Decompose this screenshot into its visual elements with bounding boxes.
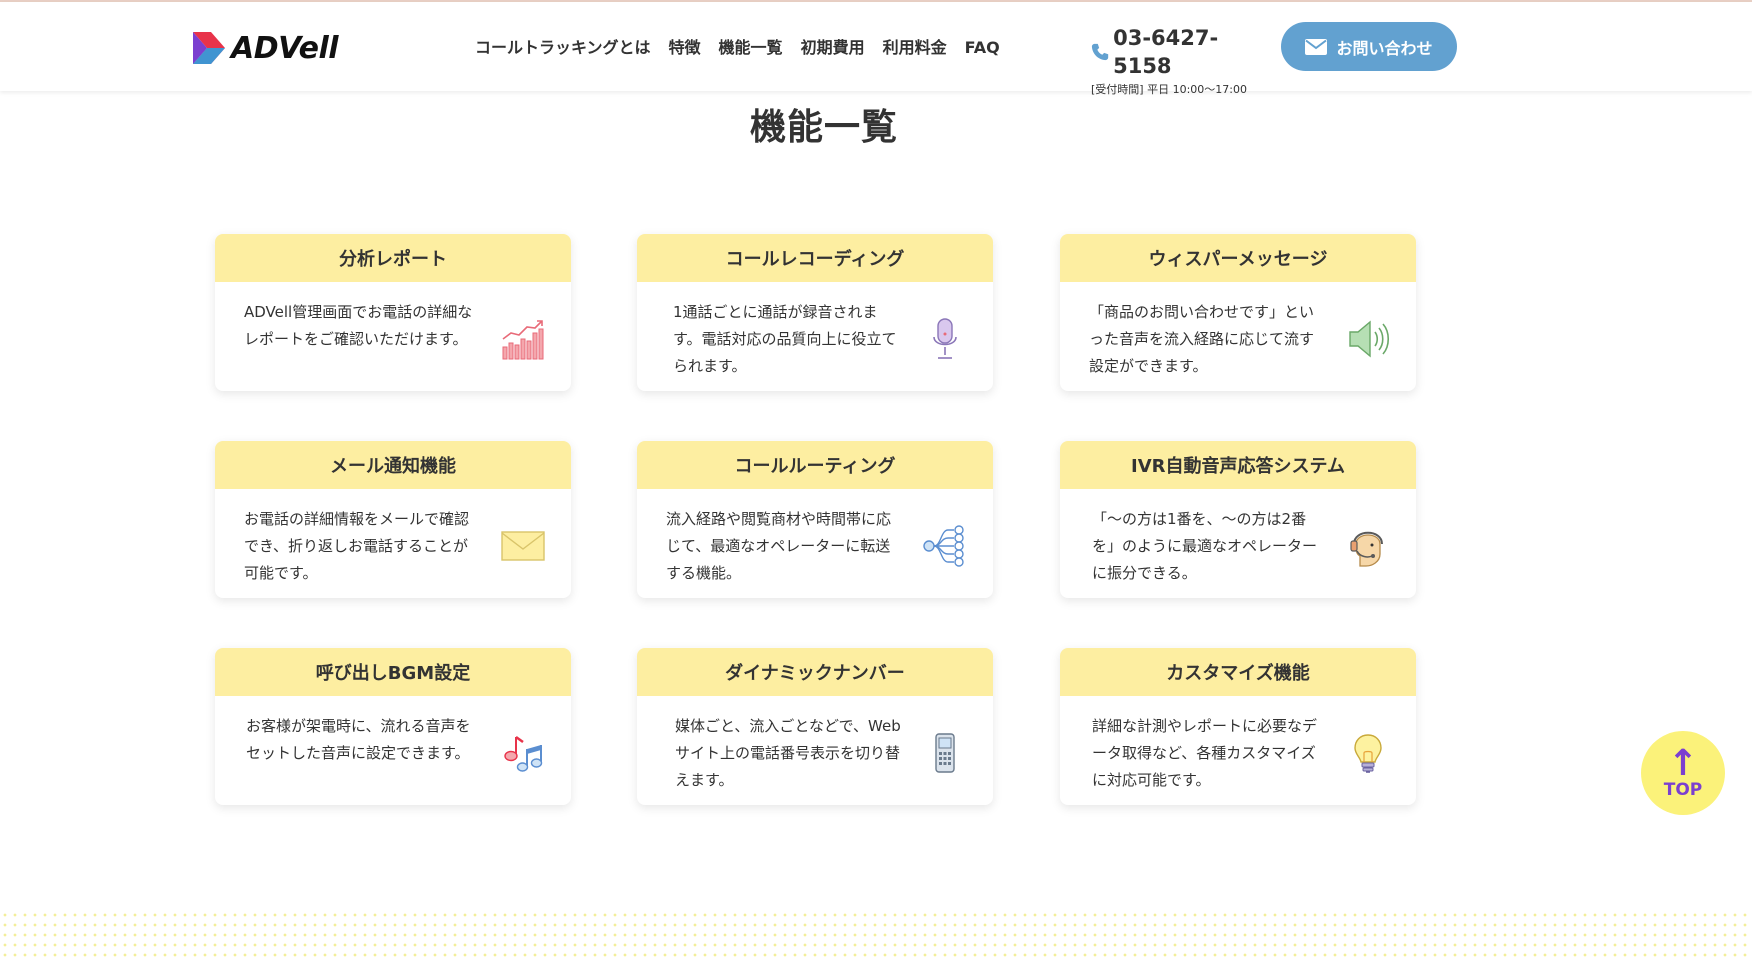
feature-card-title: コールレコーディング xyxy=(637,234,993,282)
brand-logo[interactable]: ADVell xyxy=(191,28,339,68)
feature-card-text: 「〜の方は1番を、〜の方は2番を」のように最適なオペレーターに振分できる。 xyxy=(1092,510,1318,582)
speaker-icon xyxy=(1346,317,1390,361)
up-arrow-icon: ↑ xyxy=(1667,743,1699,784)
envelope-icon xyxy=(501,524,545,568)
feature-card-mail-notification: メール通知機能 お電話の詳細情報をメールで確認でき、折り返しお電話することが可能… xyxy=(215,441,571,598)
feature-card-title: 呼び出しBGM設定 xyxy=(215,648,571,696)
music-note-icon xyxy=(501,731,545,775)
feature-card-text: ADVell管理画面でお電話の詳細なレポートをご確認いただけます。 xyxy=(244,303,473,348)
feature-card-title: メール通知機能 xyxy=(215,441,571,489)
chart-icon xyxy=(501,317,545,361)
phone-contact: 03-6427-5158 [受付時間] 平日 10:00〜17:00 xyxy=(1091,24,1261,98)
mobile-phone-icon xyxy=(923,731,967,775)
feature-card-text: お電話の詳細情報をメールで確認でき、折り返しお電話することが可能です。 xyxy=(244,510,470,582)
lightbulb-icon xyxy=(1346,731,1390,775)
feature-card-analytics-report: 分析レポート ADVell管理画面でお電話の詳細なレポートをご確認いただけます。 xyxy=(215,234,571,391)
feature-card-text: 詳細な計測やレポートに必要なデータ取得など、各種カスタマイズに対応可能です。 xyxy=(1092,717,1318,789)
nav-item-faq[interactable]: FAQ xyxy=(965,34,1000,62)
dotted-footer-pattern xyxy=(0,910,1752,963)
nav-item-pricing[interactable]: 利用料金 xyxy=(883,34,947,62)
nav-item-function-list[interactable]: 機能一覧 xyxy=(719,34,783,62)
feature-card-call-recording: コールレコーディング 1通話ごとに通話が録音されます。電話対応の品質向上に役立て… xyxy=(637,234,993,391)
logo-mark-icon xyxy=(193,32,225,64)
contact-button[interactable]: お問い合わせ xyxy=(1281,22,1457,71)
main-nav: コールトラッキングとは 特徴 機能一覧 初期費用 利用料金 FAQ xyxy=(475,34,1018,62)
nav-item-initial-cost[interactable]: 初期費用 xyxy=(801,34,865,62)
nav-item-call-tracking[interactable]: コールトラッキングとは xyxy=(475,34,651,62)
contact-button-label: お問い合わせ xyxy=(1336,40,1433,58)
feature-card-title: IVR自動音声応答システム xyxy=(1060,441,1416,489)
feature-card-text: 流入経路や閲覧商材や時間帯に応じて、最適なオペレーターに転送する機能。 xyxy=(666,510,892,582)
section-title: 機能一覧 xyxy=(749,107,898,148)
feature-card-title: コールルーティング xyxy=(637,441,993,489)
operator-headset-icon xyxy=(1346,524,1390,568)
feature-card-text: お客様が架電時に、流れる音声をセットした音声に設定できます。 xyxy=(246,717,471,762)
back-to-top-label: TOP xyxy=(1663,780,1703,800)
feature-card-title: ダイナミックナンバー xyxy=(637,648,993,696)
back-to-top-button[interactable]: ↑ TOP xyxy=(1641,731,1725,815)
phone-number: 03-6427-5158 xyxy=(1113,26,1219,78)
phone-icon xyxy=(1091,43,1109,61)
brand-name: ADVell xyxy=(231,30,339,66)
nav-item-features[interactable]: 特徴 xyxy=(669,34,701,62)
feature-card-call-routing: コールルーティング 流入経路や閲覧商材や時間帯に応じて、最適なオペレーターに転送… xyxy=(637,441,993,598)
feature-card-title: カスタマイズ機能 xyxy=(1060,648,1416,696)
feature-card-title: 分析レポート xyxy=(215,234,571,282)
microphone-icon xyxy=(923,317,967,361)
feature-card-text: 1通話ごとに通話が録音されます。電話対応の品質向上に役立てられます。 xyxy=(673,303,897,375)
phone-hours: [受付時間] 平日 10:00〜17:00 xyxy=(1091,83,1247,96)
feature-card-customize: カスタマイズ機能 詳細な計測やレポートに必要なデータ取得など、各種カスタマイズに… xyxy=(1060,648,1416,805)
routing-icon xyxy=(923,524,967,568)
feature-card-text: 「商品のお問い合わせです」といった音声を流入経路に応じて流す設定ができます。 xyxy=(1089,303,1315,375)
feature-card-whisper-message: ウィスパーメッセージ 「商品のお問い合わせです」といった音声を流入経路に応じて流… xyxy=(1060,234,1416,391)
feature-card-text: 媒体ごと、流入ごとなどで、Webサイト上の電話番号表示を切り替えます。 xyxy=(675,717,901,789)
mail-icon xyxy=(1305,38,1328,55)
feature-card-dynamic-number: ダイナミックナンバー 媒体ごと、流入ごとなどで、Webサイト上の電話番号表示を切… xyxy=(637,648,993,805)
site-header: ADVell コールトラッキングとは 特徴 機能一覧 初期費用 利用料金 FAQ… xyxy=(0,2,1752,96)
phone-number-row[interactable]: 03-6427-5158 xyxy=(1091,24,1261,80)
feature-card-call-bgm: 呼び出しBGM設定 お客様が架電時に、流れる音声をセットした音声に設定できます。 xyxy=(215,648,571,805)
feature-card-ivr: IVR自動音声応答システム 「〜の方は1番を、〜の方は2番を」のように最適なオペ… xyxy=(1060,441,1416,598)
feature-card-title: ウィスパーメッセージ xyxy=(1060,234,1416,282)
